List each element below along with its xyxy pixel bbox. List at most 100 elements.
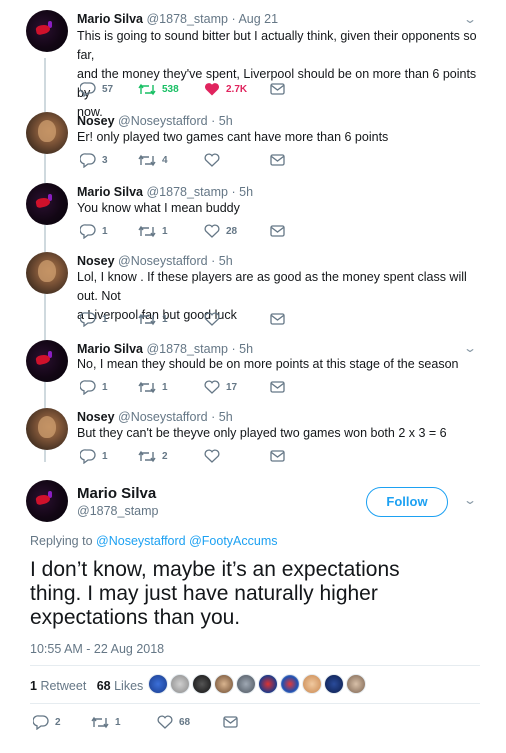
tweet-text: I don’t know, maybe it’s an expectations…	[30, 558, 470, 630]
tweet-time[interactable]: 5h	[219, 114, 233, 128]
direct-message-button[interactable]	[223, 714, 238, 730]
retweet-button[interactable]: 1	[138, 223, 168, 239]
tweet-time[interactable]: 5h	[219, 410, 233, 424]
chevron-down-icon[interactable]: ⌄	[463, 341, 477, 355]
likes-stat[interactable]: 68 Likes	[97, 679, 144, 693]
reply-button[interactable]: 2	[33, 714, 61, 730]
author-handle[interactable]: @1878_stamp	[77, 504, 159, 518]
avatar[interactable]	[26, 112, 68, 154]
avatar[interactable]	[26, 10, 68, 52]
reply-icon	[80, 81, 96, 97]
liker-avatar[interactable]	[302, 674, 322, 694]
liker-avatar[interactable]	[170, 674, 190, 694]
reply-icon	[80, 379, 96, 395]
liker-avatar[interactable]	[148, 674, 168, 694]
retweet-button[interactable]: 1	[91, 714, 121, 730]
tweet-time[interactable]: 5h	[239, 342, 253, 356]
retweet-button[interactable]: 4	[138, 152, 168, 168]
author-name[interactable]: Nosey	[77, 410, 115, 424]
liker-avatar[interactable]	[324, 674, 344, 694]
avatar[interactable]	[26, 340, 68, 382]
retweet-button[interactable]: 538	[138, 81, 179, 97]
like-button[interactable]	[204, 152, 226, 168]
heart-icon	[204, 312, 220, 326]
author-handle[interactable]: @Noseystafford	[118, 410, 208, 424]
retweet-icon	[138, 381, 156, 393]
envelope-icon	[270, 225, 285, 237]
direct-message-button[interactable]	[270, 223, 285, 239]
envelope-icon	[270, 450, 285, 462]
retweet-icon	[138, 313, 156, 325]
author-name[interactable]: Nosey	[77, 254, 115, 268]
tweet-time[interactable]: 5h	[219, 254, 233, 268]
retweet-button[interactable]: 2	[138, 448, 168, 464]
tweet-text-line: But they can't be theyve only played two…	[77, 426, 447, 440]
like-button[interactable]: 68	[157, 714, 190, 730]
separator-dot: ·	[231, 185, 236, 199]
like-count: 17	[226, 381, 238, 393]
avatar[interactable]	[26, 480, 68, 522]
reply-button[interactable]: 1	[80, 223, 108, 239]
retweet-count: 2	[162, 450, 168, 462]
like-button[interactable]	[204, 448, 226, 464]
like-stat-count: 68	[96, 679, 111, 693]
avatar[interactable]	[26, 252, 68, 294]
direct-message-button[interactable]	[270, 379, 285, 395]
replying-to: Replying to @Noseystafford @FootyAccums	[30, 534, 278, 548]
reply-button[interactable]: 1	[80, 379, 108, 395]
author-name[interactable]: Mario Silva	[77, 12, 143, 26]
reply-count: 1	[102, 450, 108, 462]
author-name[interactable]: Nosey	[77, 114, 115, 128]
retweet-button[interactable]: 1	[138, 379, 168, 395]
reply-button[interactable]: 3	[80, 152, 108, 168]
author-name[interactable]: Mario Silva	[77, 185, 143, 199]
reply-button[interactable]: 1	[80, 448, 108, 464]
like-button[interactable]: 17	[204, 379, 237, 395]
liker-avatar[interactable]	[346, 674, 366, 694]
liker-avatar[interactable]	[258, 674, 278, 694]
separator-dot: ·	[231, 342, 236, 356]
retweet-stat-count: 1	[30, 679, 37, 693]
retweet-button[interactable]: 1	[138, 311, 168, 327]
direct-message-button[interactable]	[270, 152, 285, 168]
author-handle[interactable]: @1878_stamp	[146, 12, 228, 26]
direct-message-button[interactable]	[270, 448, 285, 464]
mention-link[interactable]: @Noseystafford	[96, 534, 186, 548]
liker-avatar[interactable]	[280, 674, 300, 694]
author-handle[interactable]: @1878_stamp	[146, 185, 228, 199]
author-handle[interactable]: @Noseystafford	[118, 254, 208, 268]
avatar[interactable]	[26, 183, 68, 225]
reply-button[interactable]: 57	[80, 81, 113, 97]
tweet-text-line: expectations than you.	[30, 606, 241, 629]
heart-icon	[204, 224, 220, 238]
author-handle[interactable]: @Noseystafford	[118, 114, 208, 128]
liker-avatar[interactable]	[236, 674, 256, 694]
tweet-time[interactable]: 5h	[239, 185, 253, 199]
chevron-down-icon[interactable]: ⌄	[463, 493, 477, 507]
direct-message-button[interactable]	[270, 81, 285, 97]
heart-icon	[157, 715, 173, 729]
like-count: 68	[179, 716, 191, 728]
follow-button[interactable]: Follow	[366, 487, 448, 517]
author-name[interactable]: Mario Silva	[77, 485, 156, 502]
like-count: 2.7K	[226, 83, 248, 95]
tweet-timestamp[interactable]: 10:55 AM - 22 Aug 2018	[30, 642, 164, 656]
reply-button[interactable]: 1	[80, 311, 108, 327]
author-handle[interactable]: @1878_stamp	[146, 342, 228, 356]
direct-message-button[interactable]	[270, 311, 285, 327]
tweet-text: No, I mean they should be on more points…	[77, 355, 482, 374]
like-button[interactable]: 2.7K	[204, 81, 247, 97]
liker-avatar[interactable]	[192, 674, 212, 694]
retweet-icon	[138, 225, 156, 237]
avatar[interactable]	[26, 408, 68, 450]
retweets-stat[interactable]: 1 Retweet	[30, 679, 86, 693]
reply-count: 1	[102, 313, 108, 325]
chevron-down-icon[interactable]: ⌄	[463, 12, 477, 26]
heart-icon	[204, 380, 220, 394]
liker-avatar[interactable]	[214, 674, 234, 694]
tweet-time[interactable]: Aug 21	[238, 12, 278, 26]
author-name[interactable]: Mario Silva	[77, 342, 143, 356]
like-button[interactable]: 28	[204, 223, 237, 239]
mention-link[interactable]: @FootyAccums	[189, 534, 277, 548]
like-button[interactable]	[204, 311, 226, 327]
